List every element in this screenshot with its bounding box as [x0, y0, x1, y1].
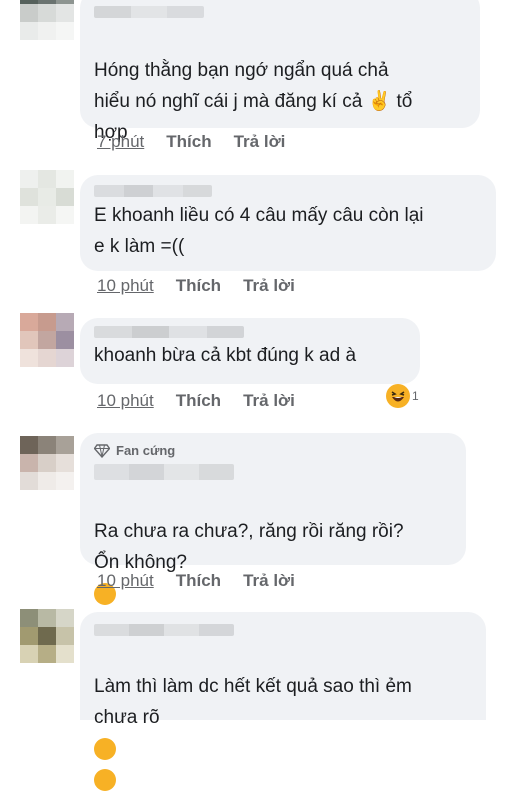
comment-bubble: khoanh bừa cả kbt đúng k ad à — [80, 318, 420, 384]
like-button[interactable]: Thích — [176, 391, 221, 411]
like-button[interactable]: Thích — [166, 132, 211, 152]
diamond-icon — [94, 443, 110, 458]
comment-time[interactable]: 7 phút — [97, 132, 144, 152]
comment-time[interactable]: 10 phút — [97, 571, 154, 591]
commenter-name-blurred[interactable] — [94, 624, 234, 636]
like-button[interactable]: Thích — [176, 276, 221, 296]
comment-text: Làm thì làm dc hết kết quả sao thì ẻm ch… — [94, 640, 472, 795]
commenter-name-blurred[interactable] — [94, 464, 234, 480]
badge-label: Fan cứng — [116, 443, 176, 458]
commenter-name-blurred[interactable] — [94, 185, 212, 197]
comment-actions: 10 phút Thích Trả lời — [97, 276, 295, 296]
avatar[interactable] — [20, 313, 74, 367]
tears-of-joy-emoji-icon — [94, 737, 116, 760]
avatar[interactable] — [20, 609, 74, 663]
comment-time[interactable]: 10 phút — [97, 276, 154, 296]
comment-time[interactable]: 10 phút — [97, 391, 154, 411]
commenter-name-blurred[interactable] — [94, 6, 204, 18]
comment-actions: 10 phút Thích Trả lời — [97, 391, 295, 411]
reply-button[interactable]: Trả lời — [234, 132, 286, 152]
comment-actions: 10 phút Thích Trả lời — [97, 571, 295, 591]
reply-button[interactable]: Trả lời — [243, 571, 295, 591]
reply-button[interactable]: Trả lời — [243, 276, 295, 296]
comment-bubble: E khoanh liều có 4 câu mấy câu còn lại e… — [80, 175, 496, 271]
comment-text: E khoanh liều có 4 câu mấy câu còn lại e… — [94, 205, 424, 257]
laughing-emoji-icon — [386, 384, 410, 408]
reply-button[interactable]: Trả lời — [243, 391, 295, 411]
reaction-count: 1 — [412, 389, 419, 403]
avatar[interactable] — [20, 0, 74, 40]
reaction-summary[interactable]: 1 — [386, 384, 419, 408]
avatar[interactable] — [20, 170, 74, 224]
avatar[interactable] — [20, 436, 74, 490]
comment-text: Hóng thằng bạn ngớ ngẩn quá chả hiểu nó … — [94, 60, 413, 143]
comment-bubble: Fan cứng Ra chưa ra chưa?, răng rồi răng… — [80, 433, 466, 667]
comment-bubble: Làm thì làm dc hết kết quả sao thì ẻm ch… — [80, 612, 486, 791]
comment-actions: 7 phút Thích Trả lời — [97, 132, 285, 152]
commenter-name-blurred[interactable] — [94, 326, 244, 338]
comment-text: khoanh bừa cả kbt đúng k ad à — [94, 345, 357, 366]
like-button[interactable]: Thích — [176, 571, 221, 591]
tears-of-joy-emoji-icon — [94, 768, 116, 791]
fan-badge: Fan cứng — [94, 443, 452, 458]
comment-bubble: Hóng thằng bạn ngớ ngẩn quá chả hiểu nó … — [80, 0, 480, 143]
